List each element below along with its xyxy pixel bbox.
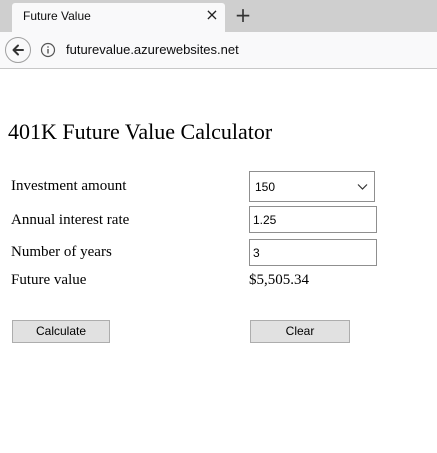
future-value-label: Future value: [11, 272, 87, 288]
browser-tab[interactable]: Future Value ×: [12, 3, 225, 32]
calculate-button[interactable]: Calculate: [12, 320, 110, 343]
close-icon[interactable]: ×: [205, 7, 219, 23]
investment-amount-label: Investment amount: [11, 178, 127, 194]
navigation-bar: futurevalue.azurewebsites.net: [0, 32, 437, 69]
back-arrow-icon: [12, 44, 24, 56]
tab-strip: Future Value × +: [0, 0, 437, 32]
page-title: 401K Future Value Calculator: [8, 119, 273, 144]
future-value-output: $5,505.34: [249, 272, 309, 288]
annual-interest-rate-input[interactable]: [249, 206, 377, 233]
annual-interest-rate-label: Annual interest rate: [11, 212, 130, 228]
back-button[interactable]: [5, 37, 31, 63]
investment-amount-select[interactable]: 150: [249, 171, 375, 202]
plus-icon[interactable]: +: [234, 4, 252, 26]
clear-button[interactable]: Clear: [250, 320, 350, 343]
info-icon[interactable]: [40, 42, 56, 58]
tab-title: Future Value: [23, 9, 91, 23]
chevron-down-icon: [357, 184, 368, 190]
number-of-years-input[interactable]: [249, 239, 377, 266]
number-of-years-label: Number of years: [11, 244, 112, 260]
address-bar-url[interactable]: futurevalue.azurewebsites.net: [66, 42, 239, 57]
investment-amount-value: 150: [255, 180, 276, 194]
